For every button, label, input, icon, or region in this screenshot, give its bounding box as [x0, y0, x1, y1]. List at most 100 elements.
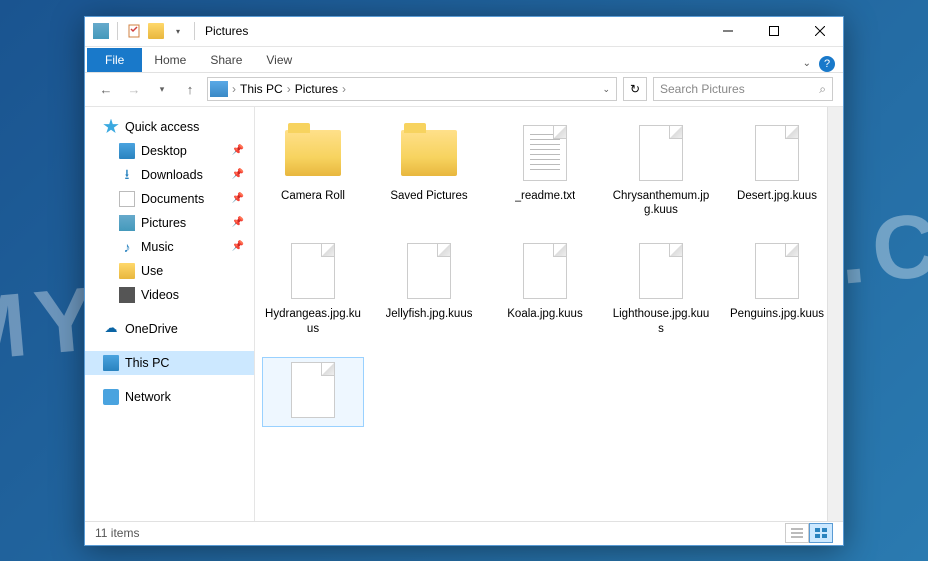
file-item[interactable]: Camera Roll: [263, 121, 363, 218]
address-bar[interactable]: › This PC › Pictures › ⌄: [207, 77, 617, 101]
sidebar-item-downloads[interactable]: ⭳ Downloads 📌: [85, 163, 254, 187]
file-icon: [629, 239, 693, 303]
file-grid: Camera Roll Saved Pictures _readme.txt Chry…: [263, 121, 819, 427]
minimize-button[interactable]: [705, 16, 751, 46]
folder-icon: [119, 263, 135, 279]
breadcrumb-segment[interactable]: This PC: [236, 82, 287, 96]
forward-button[interactable]: →: [123, 78, 145, 100]
sidebar-item-music[interactable]: ♪ Music 📌: [85, 235, 254, 259]
file-icon: [513, 239, 577, 303]
file-item[interactable]: Lighthouse.jpg.kuus: [611, 239, 711, 336]
search-placeholder: Search Pictures: [660, 82, 745, 96]
ribbon-tabs: File Home Share View ⌄ ?: [85, 47, 843, 73]
help-icon[interactable]: ?: [819, 56, 835, 72]
sidebar-label: Documents: [141, 192, 204, 206]
address-dropdown-icon[interactable]: ⌄: [602, 84, 610, 95]
sidebar-label: Use: [141, 264, 163, 278]
status-bar: 11 items: [85, 521, 843, 545]
file-label: Desert.jpg.kuus: [737, 189, 817, 203]
sidebar-item-desktop[interactable]: Desktop 📌: [85, 139, 254, 163]
download-icon: ⭳: [119, 167, 135, 183]
address-location-icon: [210, 81, 228, 97]
sidebar-item-pictures[interactable]: Pictures 📌: [85, 211, 254, 235]
tab-view[interactable]: View: [254, 48, 304, 72]
file-item[interactable]: Penguins.jpg.kuus: [727, 239, 827, 336]
video-icon: [119, 287, 135, 303]
content-pane[interactable]: Camera Roll Saved Pictures _readme.txt Chry…: [255, 107, 827, 521]
window-title: Pictures: [205, 24, 248, 38]
pin-icon: 📌: [232, 217, 244, 228]
file-label: Jellyfish.jpg.kuus: [386, 307, 473, 321]
separator: [194, 22, 195, 40]
sidebar-item-documents[interactable]: Documents 📌: [85, 187, 254, 211]
recent-dropdown[interactable]: ▾: [151, 78, 173, 100]
sidebar-onedrive[interactable]: ☁ OneDrive: [85, 317, 254, 341]
file-icon: [281, 358, 345, 422]
sidebar-label: Desktop: [141, 144, 187, 158]
maximize-button[interactable]: [751, 16, 797, 46]
up-button[interactable]: ↑: [179, 78, 201, 100]
tab-share[interactable]: Share: [198, 48, 254, 72]
vertical-scrollbar[interactable]: [827, 107, 843, 521]
file-label: Hydrangeas.jpg.kuus: [263, 307, 363, 336]
pin-icon: 📌: [232, 193, 244, 204]
file-label: Koala.jpg.kuus: [507, 307, 582, 321]
separator: [117, 22, 118, 40]
file-item[interactable]: Chrysanthemum.jpg.kuus: [611, 121, 711, 218]
file-item[interactable]: Koala.jpg.kuus: [495, 239, 595, 336]
item-count: 11 items: [95, 526, 139, 540]
folder-icon: [281, 121, 345, 185]
file-item[interactable]: Desert.jpg.kuus: [727, 121, 827, 218]
refresh-button[interactable]: ↻: [623, 77, 647, 101]
sidebar-quick-access[interactable]: Quick access: [85, 115, 254, 139]
file-icon: [745, 239, 809, 303]
breadcrumb-segment[interactable]: Pictures: [291, 82, 342, 96]
sidebar-label: Network: [125, 390, 171, 404]
pc-icon: [103, 355, 119, 371]
file-icon: [629, 121, 693, 185]
sidebar-network[interactable]: Network: [85, 385, 254, 409]
qat-properties-icon[interactable]: [124, 21, 144, 41]
sidebar-item-videos[interactable]: Videos: [85, 283, 254, 307]
sidebar-this-pc[interactable]: This PC: [85, 351, 254, 375]
pin-icon: 📌: [232, 145, 244, 156]
chevron-right-icon[interactable]: ›: [342, 82, 346, 96]
icons-view-button[interactable]: [809, 523, 833, 543]
search-input[interactable]: Search Pictures ⌕: [653, 77, 833, 101]
music-icon: ♪: [119, 239, 135, 255]
tab-file[interactable]: File: [87, 48, 142, 72]
tab-home[interactable]: Home: [142, 48, 198, 72]
sidebar-label: Music: [141, 240, 174, 254]
close-button[interactable]: [797, 16, 843, 46]
sidebar-item-use[interactable]: Use: [85, 259, 254, 283]
details-view-button[interactable]: [785, 523, 809, 543]
pin-icon: 📌: [232, 169, 244, 180]
titlebar: ▾ Pictures: [85, 17, 843, 47]
pin-icon: 📌: [232, 241, 244, 252]
star-icon: [103, 119, 119, 135]
file-label: Chrysanthemum.jpg.kuus: [611, 189, 711, 218]
file-label: Camera Roll: [281, 189, 345, 203]
file-item[interactable]: [263, 358, 363, 426]
window-icon: [91, 21, 111, 41]
sidebar-label: OneDrive: [125, 322, 178, 336]
back-button[interactable]: ←: [95, 78, 117, 100]
qat-dropdown-icon[interactable]: ▾: [168, 21, 188, 41]
file-item[interactable]: Jellyfish.jpg.kuus: [379, 239, 479, 336]
file-item[interactable]: _readme.txt: [495, 121, 595, 218]
qat-newfolder-icon[interactable]: [146, 21, 166, 41]
pictures-icon: [119, 215, 135, 231]
navigation-pane: Quick access Desktop 📌 ⭳ Downloads 📌 Doc…: [85, 107, 255, 521]
file-item[interactable]: Saved Pictures: [379, 121, 479, 218]
file-label: Lighthouse.jpg.kuus: [611, 307, 711, 336]
desktop-icon: [119, 143, 135, 159]
file-icon: [281, 239, 345, 303]
document-icon: [119, 191, 135, 207]
cloud-icon: ☁: [103, 321, 119, 337]
sidebar-label: Videos: [141, 288, 179, 302]
ribbon-expand-icon[interactable]: ⌄: [803, 58, 811, 69]
folder-icon: [397, 121, 461, 185]
file-item[interactable]: Hydrangeas.jpg.kuus: [263, 239, 363, 336]
file-icon: [745, 121, 809, 185]
file-label: Saved Pictures: [390, 189, 467, 203]
